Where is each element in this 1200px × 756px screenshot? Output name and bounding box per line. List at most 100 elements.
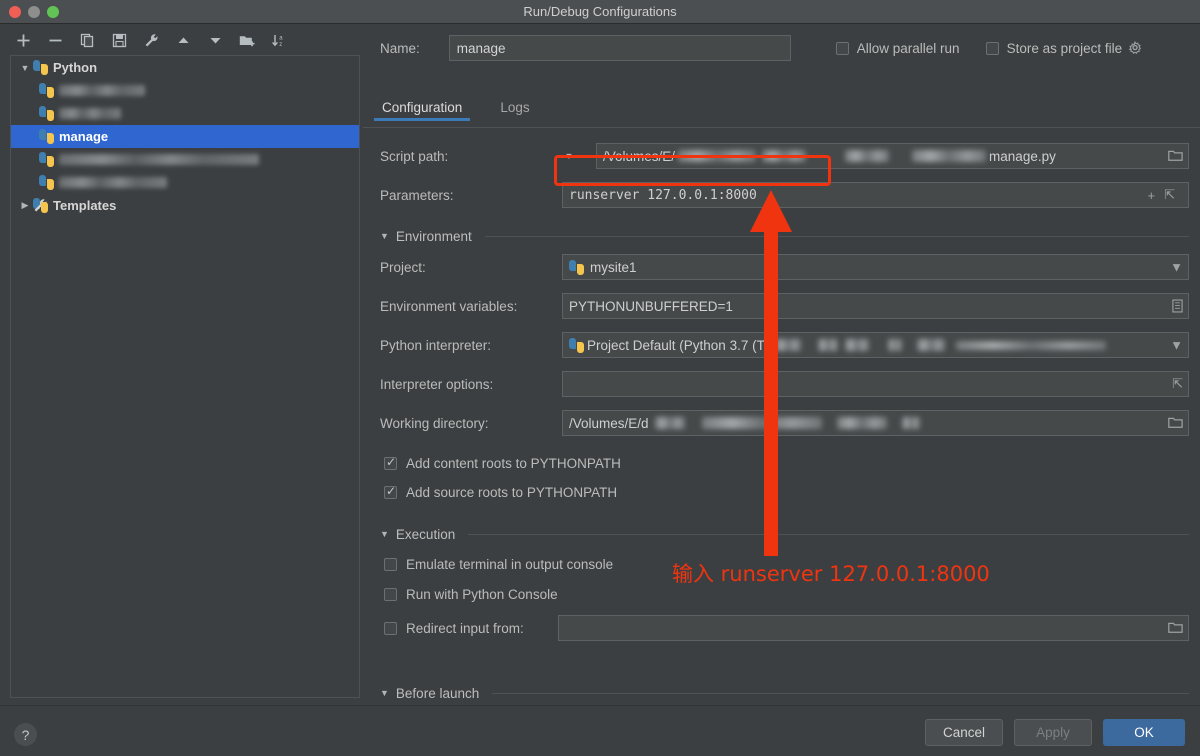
working-directory-input[interactable]: /Volumes/E/d (562, 410, 1189, 436)
name-input[interactable] (448, 35, 791, 61)
section-divider (484, 235, 1189, 237)
sidebar-toolbar: a z (0, 25, 362, 55)
script-path-mode-dropdown-icon[interactable]: ▼ (562, 151, 576, 161)
add-content-roots-label: Add content roots to PYTHONPATH (406, 455, 621, 471)
minimize-button-icon[interactable] (28, 5, 40, 18)
tree-item-redacted-4[interactable]: xxxxxxxx (11, 171, 359, 194)
chevron-down-icon[interactable]: ▼ (1170, 338, 1183, 353)
configurations-sidebar: a z ▼ Python xxxxxxx xxxxx (0, 25, 362, 705)
edit-env-vars-icon[interactable] (1172, 299, 1183, 313)
cancel-button[interactable]: Cancel (925, 719, 1003, 746)
expand-editor-icon[interactable]: ⇱ (1164, 187, 1175, 203)
collapse-triangle-icon[interactable]: ▼ (380, 231, 389, 241)
collapse-triangle-icon[interactable]: ▶ (17, 200, 33, 211)
tree-group-python[interactable]: ▼ Python (11, 56, 359, 79)
checkbox-box[interactable] (384, 455, 397, 470)
run-with-python-console-checkbox[interactable]: Run with Python Console (384, 584, 558, 604)
move-up-icon[interactable] (174, 31, 192, 49)
interpreter-options-input[interactable]: ⇱ (562, 371, 1189, 397)
insert-macro-icon[interactable]: + (1148, 188, 1156, 203)
configurations-tree[interactable]: ▼ Python xxxxxxx xxxxx manage (10, 55, 360, 698)
redacted-path-segment (678, 150, 757, 162)
parameters-input[interactable]: runserver 127.0.0.1:8000 (562, 182, 1189, 208)
script-path-input[interactable]: /Volumes/E/ manage.py (596, 143, 1189, 169)
browse-folder-icon[interactable] (1168, 622, 1183, 635)
parameters-label: Parameters: (380, 187, 454, 203)
project-value: mysite1 (590, 259, 637, 275)
add-content-roots-checkbox[interactable]: Add content roots to PYTHONPATH (384, 453, 621, 473)
name-row: Name: Allow parallel run Store as projec… (380, 34, 1190, 62)
script-path-suffix: manage.py (989, 148, 1056, 164)
chevron-down-icon[interactable]: ▼ (1170, 260, 1183, 275)
redacted-segment (844, 339, 869, 351)
environment-variables-label: Environment variables: (380, 298, 518, 314)
checkbox-box[interactable] (384, 557, 397, 571)
redacted-label: xxxxxxx (59, 85, 145, 96)
tree-item-redacted-1[interactable]: xxxxxxx (11, 79, 359, 102)
allow-parallel-run-label: Allow parallel run (856, 40, 960, 56)
collapse-triangle-icon[interactable]: ▼ (380, 688, 389, 698)
emulate-terminal-checkbox[interactable]: Emulate terminal in output console (384, 554, 613, 574)
python-interpreter-value: Project Default (Python 3.7 (T (587, 337, 765, 353)
python-interpreter-dropdown[interactable]: Project Default (Python 3.7 (T ▼ (562, 332, 1189, 358)
redirect-input-checkbox[interactable] (384, 621, 397, 635)
wrench-icon[interactable] (142, 31, 160, 49)
expand-editor-icon[interactable]: ⇱ (1172, 376, 1183, 392)
checkbox-box[interactable] (835, 41, 849, 55)
before-launch-section-header: ▼ Before launch (380, 684, 1189, 702)
python-icon (33, 60, 48, 75)
execution-section-header: ▼ Execution (380, 525, 1189, 543)
tab-logs[interactable]: Logs (492, 100, 537, 121)
python-interpreter-label: Python interpreter: (380, 337, 492, 353)
interpreter-options-row: Interpreter options: ⇱ (380, 371, 1189, 397)
tree-group-templates[interactable]: ▶ Templates (11, 194, 359, 217)
help-button[interactable]: ? (14, 723, 37, 746)
project-dropdown[interactable]: mysite1 ▼ (562, 254, 1189, 280)
expand-triangle-icon[interactable]: ▼ (17, 63, 33, 73)
remove-configuration-icon[interactable] (46, 31, 64, 49)
new-folder-icon[interactable] (238, 31, 256, 49)
parameters-field-actions: + ⇱ (1148, 187, 1176, 203)
section-divider (492, 692, 1189, 694)
script-path-prefix: /Volumes/E/ (603, 148, 676, 164)
tree-item-redacted-2[interactable]: xxxxx (11, 102, 359, 125)
python-icon (39, 175, 54, 190)
window-title: Run/Debug Configurations (523, 3, 677, 19)
redacted-path-segment (845, 150, 890, 162)
browse-folder-icon[interactable] (1168, 150, 1183, 163)
copy-configuration-icon[interactable] (78, 31, 96, 49)
add-source-roots-checkbox[interactable]: Add source roots to PYTHONPATH (384, 482, 617, 502)
tree-item-manage[interactable]: manage (11, 125, 359, 148)
checkbox-box[interactable] (384, 587, 397, 601)
save-configuration-icon[interactable] (110, 31, 128, 49)
redacted-segment (654, 417, 685, 429)
zoom-button-icon[interactable] (47, 5, 59, 18)
tab-configuration[interactable]: Configuration (374, 100, 471, 121)
store-as-project-file-checkbox[interactable]: Store as project file (985, 41, 1122, 56)
redirect-input-path-input[interactable] (558, 615, 1189, 641)
redacted-segment (701, 417, 822, 429)
ok-button[interactable]: OK (1103, 719, 1185, 746)
working-directory-row: Working directory: /Volumes/E/d (380, 410, 1189, 436)
collapse-triangle-icon[interactable]: ▼ (380, 529, 389, 539)
redacted-label: xxxxxxxxxxxxxx (59, 154, 259, 165)
redacted-path-segment (912, 150, 987, 162)
traffic-lights (0, 5, 59, 18)
gear-icon[interactable] (1128, 40, 1143, 56)
checkbox-box[interactable] (985, 41, 999, 55)
browse-folder-icon[interactable] (1168, 417, 1183, 430)
redacted-segment (836, 417, 887, 429)
move-down-icon[interactable] (206, 31, 224, 49)
sort-alphabetically-icon[interactable]: a z (270, 31, 288, 49)
execution-section-label: Execution (395, 526, 456, 542)
checkbox-box[interactable] (384, 484, 397, 499)
tree-item-redacted-3[interactable]: xxxxxxxxxxxxxx (11, 148, 359, 171)
apply-button[interactable]: Apply (1014, 719, 1092, 746)
name-label: Name: (380, 40, 420, 56)
allow-parallel-run-checkbox[interactable]: Allow parallel run (835, 40, 960, 56)
redirect-input-label: Redirect input from: (406, 620, 524, 636)
redacted-segment (955, 340, 1106, 350)
environment-variables-input[interactable]: PYTHONUNBUFFERED=1 (562, 293, 1189, 319)
add-configuration-icon[interactable] (14, 31, 32, 49)
close-button-icon[interactable] (9, 5, 21, 18)
